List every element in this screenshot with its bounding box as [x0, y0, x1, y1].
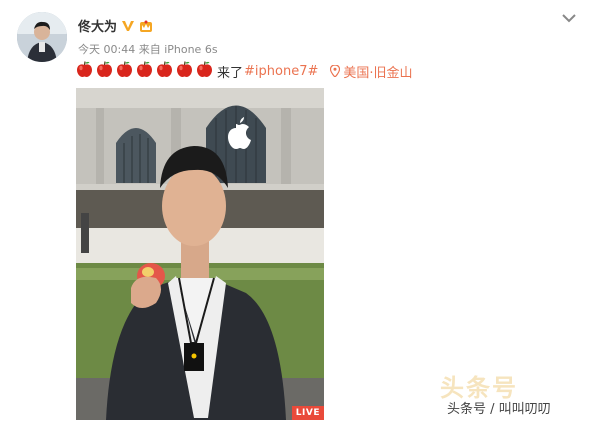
- apple-emoji-icon: [137, 61, 152, 77]
- location-label: 美国·旧金山: [343, 65, 413, 81]
- avatar[interactable]: [17, 12, 67, 62]
- apple-emoji-icon: [97, 61, 112, 77]
- apple-emoji-icon: [157, 61, 172, 77]
- apple-emoji-icon: [77, 61, 92, 77]
- chevron-down-icon[interactable]: [560, 10, 578, 24]
- author-name[interactable]: 佟大为: [78, 16, 117, 35]
- post-text: 来了: [217, 65, 244, 81]
- post-meta: 今天 00:44 来自 iPhone 6s: [78, 43, 218, 56]
- apple-emoji-group: [76, 60, 216, 82]
- post-photo[interactable]: LIVE: [76, 88, 324, 420]
- location-pin-icon: [330, 65, 341, 77]
- apple-emoji-icon: [117, 61, 132, 77]
- post-content: 来了 #iphone7# 美国·旧金山: [76, 60, 413, 82]
- location-link[interactable]: 美国·旧金山: [330, 62, 413, 81]
- vip-crown-icon[interactable]: [139, 18, 153, 32]
- watermark-source: 头条号 / 叫叫叨叨: [447, 402, 551, 417]
- live-badge: LIVE: [291, 406, 324, 420]
- verified-v-icon: [121, 18, 135, 32]
- apple-emoji-icon: [197, 61, 212, 77]
- hashtag-link[interactable]: #iphone7#: [244, 64, 318, 79]
- apple-emoji-icon: [177, 61, 192, 77]
